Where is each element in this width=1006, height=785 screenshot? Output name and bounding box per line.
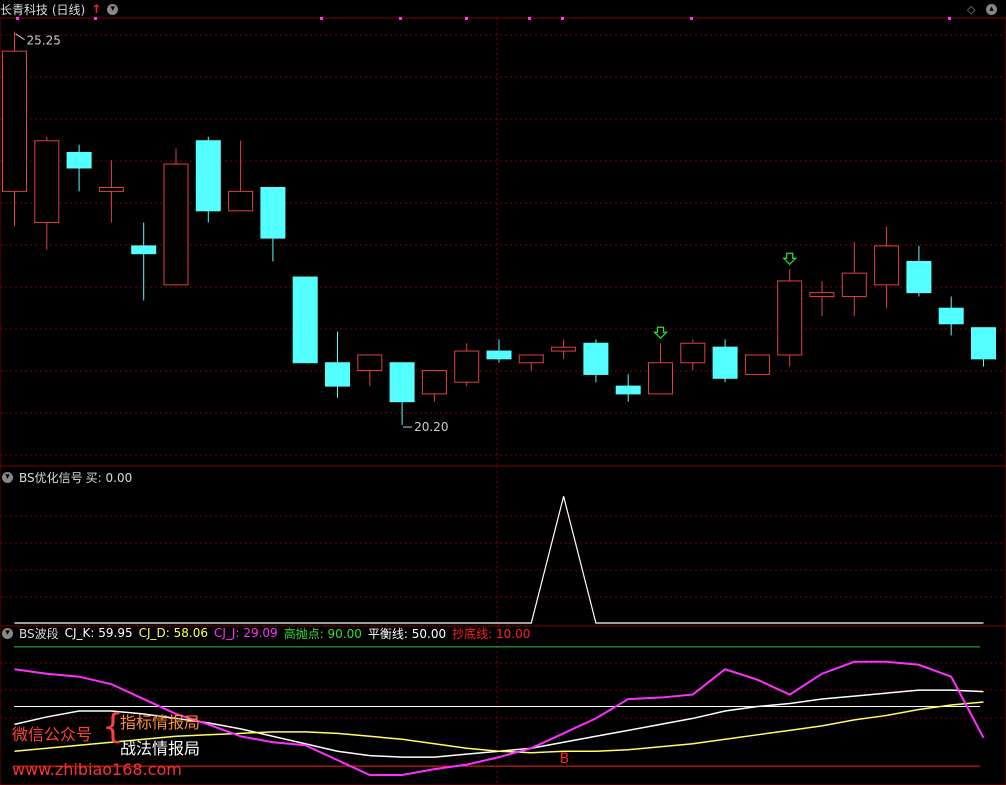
high-throw-value: 高抛点: 90.00 bbox=[283, 626, 362, 641]
candle-body bbox=[195, 140, 221, 212]
bottom-buy-value: 抄底线: 10.00 bbox=[452, 626, 531, 641]
candle-body bbox=[971, 327, 996, 360]
candle-body bbox=[874, 245, 900, 286]
candle-body bbox=[486, 350, 512, 360]
candle-body bbox=[292, 276, 318, 364]
cj-d-value: CJ_D: 58.06 bbox=[138, 626, 209, 640]
marker-dot bbox=[561, 17, 564, 20]
signal-panel-border bbox=[0, 466, 1006, 626]
candle-body bbox=[777, 280, 803, 356]
candle-body bbox=[325, 362, 350, 387]
chevron-down-icon[interactable]: ▾ bbox=[107, 3, 119, 15]
wechat-label: 微信公众号 bbox=[12, 725, 93, 744]
candle-body bbox=[421, 370, 447, 395]
stock-chart-window: 25.25 20.20 B 长青科技 (日线) ↑ ▾ ◇ ▴ ▾ BS优化信号 … bbox=[0, 0, 1006, 785]
marker-dot bbox=[528, 17, 531, 20]
cj-k-value: CJ_K: 59.95 bbox=[64, 626, 133, 640]
candle-body bbox=[357, 354, 383, 372]
expand-icon[interactable]: ▴ bbox=[986, 4, 997, 15]
low-price-label: 20.20 bbox=[414, 420, 448, 434]
marker-dot bbox=[465, 17, 468, 20]
candle-body bbox=[583, 342, 609, 375]
panel-toggle-icon[interactable]: ◇ bbox=[967, 3, 975, 16]
candle-body bbox=[2, 50, 27, 192]
candle-body bbox=[131, 245, 157, 255]
down-arrow-icon bbox=[782, 252, 798, 266]
marker-dot bbox=[320, 17, 323, 20]
candle-body bbox=[648, 362, 673, 395]
chevron-down-icon[interactable]: ▾ bbox=[2, 627, 13, 639]
wave-panel-title: BS波段 bbox=[19, 626, 59, 641]
bs-signal-chart[interactable] bbox=[0, 466, 1006, 626]
marker-dot bbox=[948, 17, 951, 20]
candle-body bbox=[906, 260, 932, 294]
candle-body bbox=[260, 186, 286, 239]
watermark-url: www.zhibiao168.com bbox=[12, 760, 182, 779]
watermark-line1: 指标情报局 bbox=[120, 713, 201, 732]
buy-value: 买: 0.00 bbox=[85, 470, 133, 485]
marker-dot bbox=[690, 17, 693, 20]
marker-dot bbox=[399, 17, 402, 20]
candle-body bbox=[551, 346, 577, 352]
candle-body bbox=[841, 272, 867, 298]
watermark-line2: 战法情报局 bbox=[120, 739, 201, 758]
chevron-down-icon[interactable]: ▾ bbox=[2, 471, 13, 483]
candle-body bbox=[389, 362, 415, 403]
candle-body bbox=[34, 140, 60, 224]
candlestick-chart[interactable]: 25.25 20.20 bbox=[0, 0, 1006, 466]
main-panel-header: 长青科技 (日线) ↑ ▾ bbox=[0, 0, 124, 18]
cj-j-value: CJ_J: 29.09 bbox=[214, 626, 278, 640]
candle-body bbox=[712, 346, 738, 379]
candle-body bbox=[163, 163, 189, 286]
main-panel-border bbox=[0, 17, 1006, 466]
candle-body bbox=[809, 292, 835, 298]
candle-body bbox=[228, 190, 254, 212]
candle-body bbox=[938, 307, 964, 325]
wave-panel-header: ▾ BS波段 CJ_K: 59.95 CJ_D: 58.06 CJ_J: 29.… bbox=[2, 624, 536, 642]
buy-b-marker: B bbox=[560, 751, 570, 767]
candle-body bbox=[680, 342, 706, 364]
candle-body bbox=[454, 350, 480, 383]
balance-value: 平衡线: 50.00 bbox=[367, 626, 447, 641]
candle-body bbox=[66, 151, 92, 169]
candle-body bbox=[518, 354, 544, 364]
candle-body bbox=[98, 186, 124, 192]
main-panel-title: 长青科技 (日线) bbox=[0, 2, 86, 17]
buy-signal-line bbox=[14, 496, 984, 624]
high-price-label: 25.25 bbox=[27, 34, 61, 48]
signal-panel-title: BS优化信号 bbox=[19, 470, 83, 485]
candle-body bbox=[615, 385, 641, 395]
up-arrow-icon[interactable]: ↑ bbox=[91, 2, 101, 16]
signal-panel-header: ▾ BS优化信号 买: 0.00 bbox=[2, 468, 138, 486]
candle-body bbox=[744, 354, 770, 375]
